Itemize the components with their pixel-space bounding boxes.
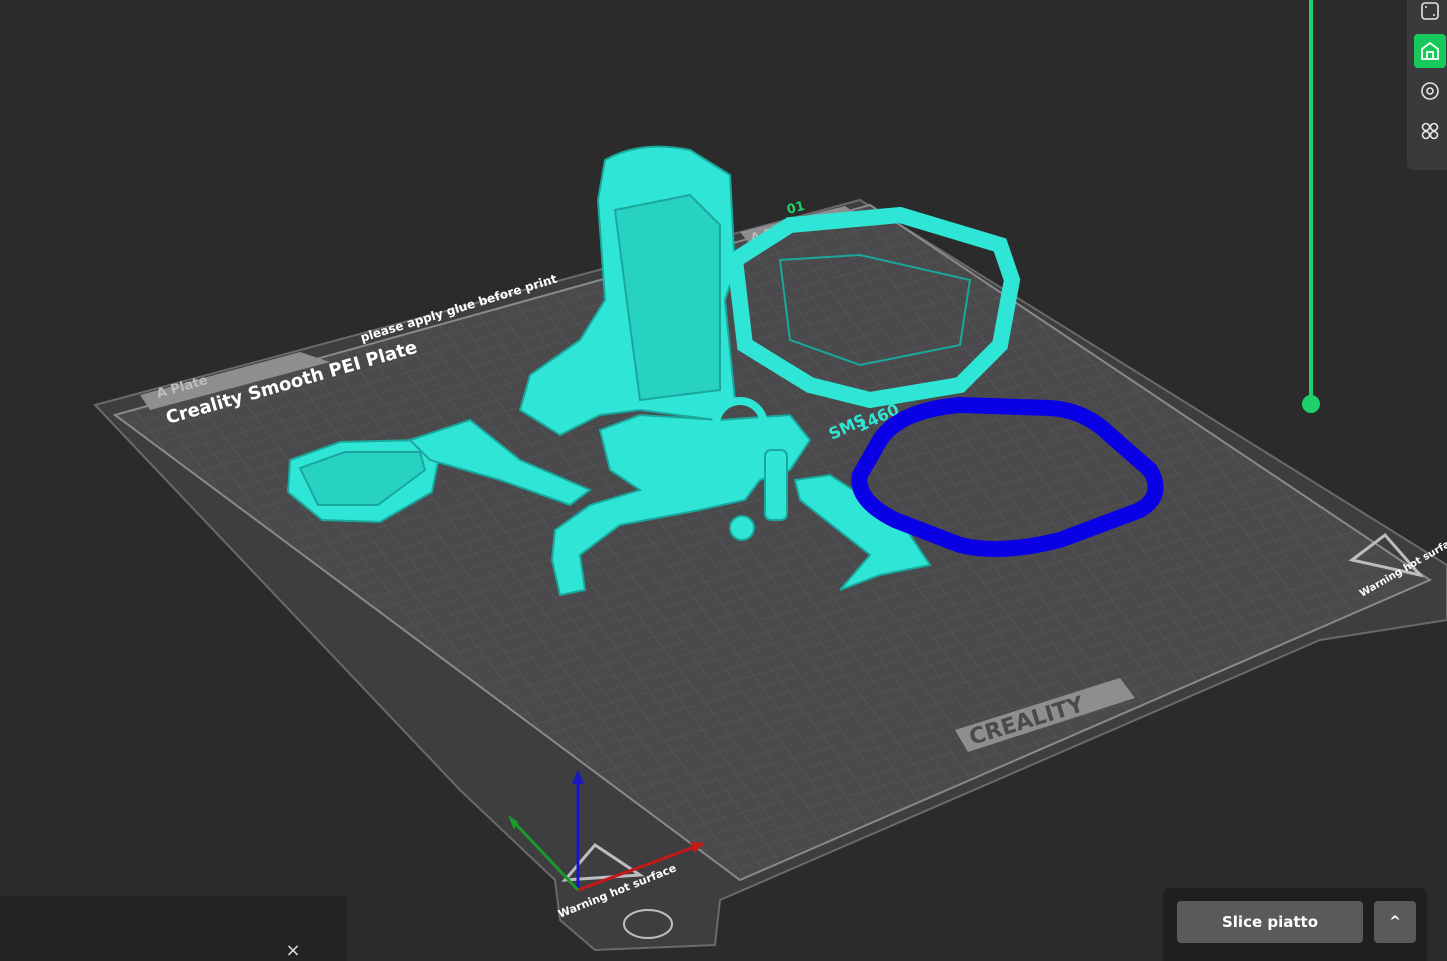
- layout-icon[interactable]: [1414, 0, 1446, 28]
- 3d-viewport[interactable]: A Plate A Plate 01 Creality Smooth PEI P…: [0, 0, 1447, 961]
- layer-slider-handle[interactable]: [1302, 395, 1320, 413]
- close-icon[interactable]: ×: [284, 942, 302, 960]
- slice-plate-button[interactable]: Slice piatto: [1177, 901, 1363, 943]
- camera-target-icon[interactable]: [1414, 74, 1446, 108]
- overhang-icon[interactable]: [1414, 34, 1446, 68]
- slice-options-button[interactable]: ^: [1374, 901, 1416, 943]
- view-toolbar: [1407, 0, 1447, 170]
- arrange-icon[interactable]: [1414, 114, 1446, 148]
- layer-slider-track[interactable]: [1309, 0, 1313, 404]
